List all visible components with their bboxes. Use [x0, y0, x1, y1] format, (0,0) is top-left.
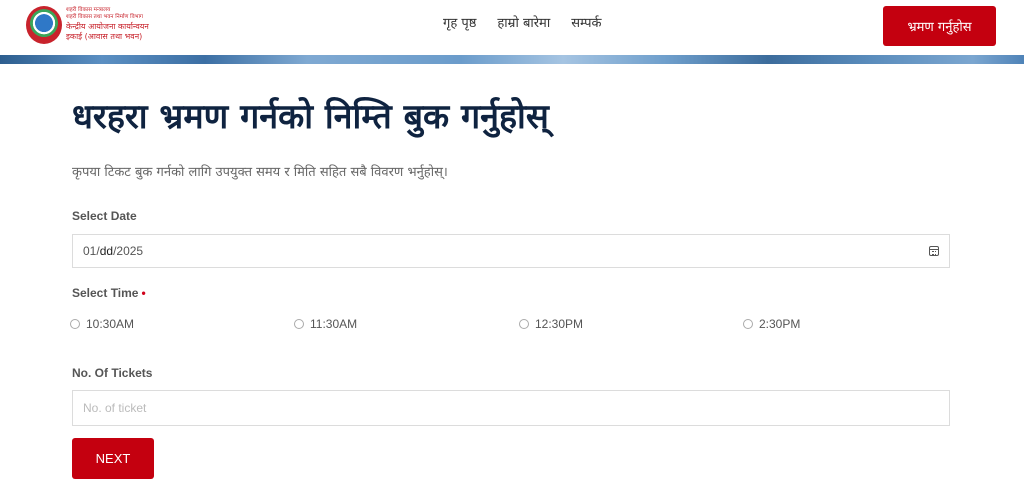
date-value[interactable]: 01/dd/2025 [83, 244, 929, 258]
calendar-icon[interactable] [929, 246, 939, 256]
site-header: शहरी विकास मन्त्रालय शहरी विकास तथा भवन … [0, 0, 1024, 55]
select-date-label-text: Select Date [72, 209, 137, 223]
logo[interactable]: शहरी विकास मन्त्रालय शहरी विकास तथा भवन … [26, 3, 166, 47]
radio-circle-icon[interactable] [294, 319, 304, 329]
tickets-label: No. Of Tickets [72, 366, 152, 380]
nav-contact[interactable]: सम्पर्क [571, 13, 601, 31]
radio-circle-icon[interactable] [743, 319, 753, 329]
time-option-230pm[interactable]: 2:30PM [743, 317, 800, 331]
government-emblem-icon [26, 6, 62, 44]
radio-circle-icon[interactable] [519, 319, 529, 329]
time-option-label: 11:30AM [310, 317, 358, 331]
visit-button[interactable]: भ्रमण गर्नुहोस [883, 6, 996, 46]
select-date-label: Select Date [72, 209, 137, 223]
tickets-label-text: No. Of Tickets [72, 366, 153, 380]
logo-line-ministry: शहरी विकास मन्त्रालय [66, 6, 111, 13]
logo-line-unit: केन्द्रीय आयोजना कार्यान्वयन [66, 21, 149, 31]
page-subtitle: कृपया टिकट बुक गर्नको लागि उपयुक्त समय र… [72, 165, 448, 180]
next-button[interactable]: NEXT [72, 438, 154, 479]
page-title: धरहरा भ्रमण गर्नको निम्ति बुक गर्नुहोस् [72, 97, 549, 137]
date-input[interactable]: 01/dd/2025 [72, 234, 950, 268]
time-option-1030am[interactable]: 10:30AM [70, 317, 134, 331]
logo-line-department: शहरी विकास तथा भवन निर्माण विभाग [66, 14, 144, 20]
time-option-label: 12:30PM [535, 317, 584, 331]
select-time-label: Select Time • [72, 286, 146, 300]
time-option-1230pm[interactable]: 12:30PM [519, 317, 583, 331]
nav-about-us[interactable]: हाम्रो बारेमा [497, 13, 550, 31]
time-option-label: 10:30AM [86, 317, 135, 331]
select-time-label-text: Select Time [72, 286, 139, 300]
time-options: 10:30AM 11:30AM 12:30PM 2:30PM [70, 317, 970, 333]
date-year[interactable]: 2025 [116, 244, 143, 258]
date-month[interactable]: 01 [83, 244, 96, 258]
main-nav: गृह पृष्ठ हाम्रो बारेमा सम्पर्क [443, 13, 602, 31]
banner-image-strip [0, 55, 1024, 64]
date-day[interactable]: dd [100, 244, 113, 258]
required-marker: • [141, 286, 146, 300]
time-option-label: 2:30PM [759, 317, 801, 331]
logo-text: शहरी विकास मन्त्रालय शहरी विकास तथा भवन … [66, 6, 149, 43]
radio-circle-icon[interactable] [70, 319, 80, 329]
logo-line-subunit: इकाई (आवास तथा भवन) [66, 31, 143, 41]
nav-home[interactable]: गृह पृष्ठ [443, 13, 476, 31]
tickets-field[interactable] [72, 390, 950, 426]
tickets-input[interactable] [83, 401, 939, 415]
time-option-1130am[interactable]: 11:30AM [294, 317, 357, 331]
